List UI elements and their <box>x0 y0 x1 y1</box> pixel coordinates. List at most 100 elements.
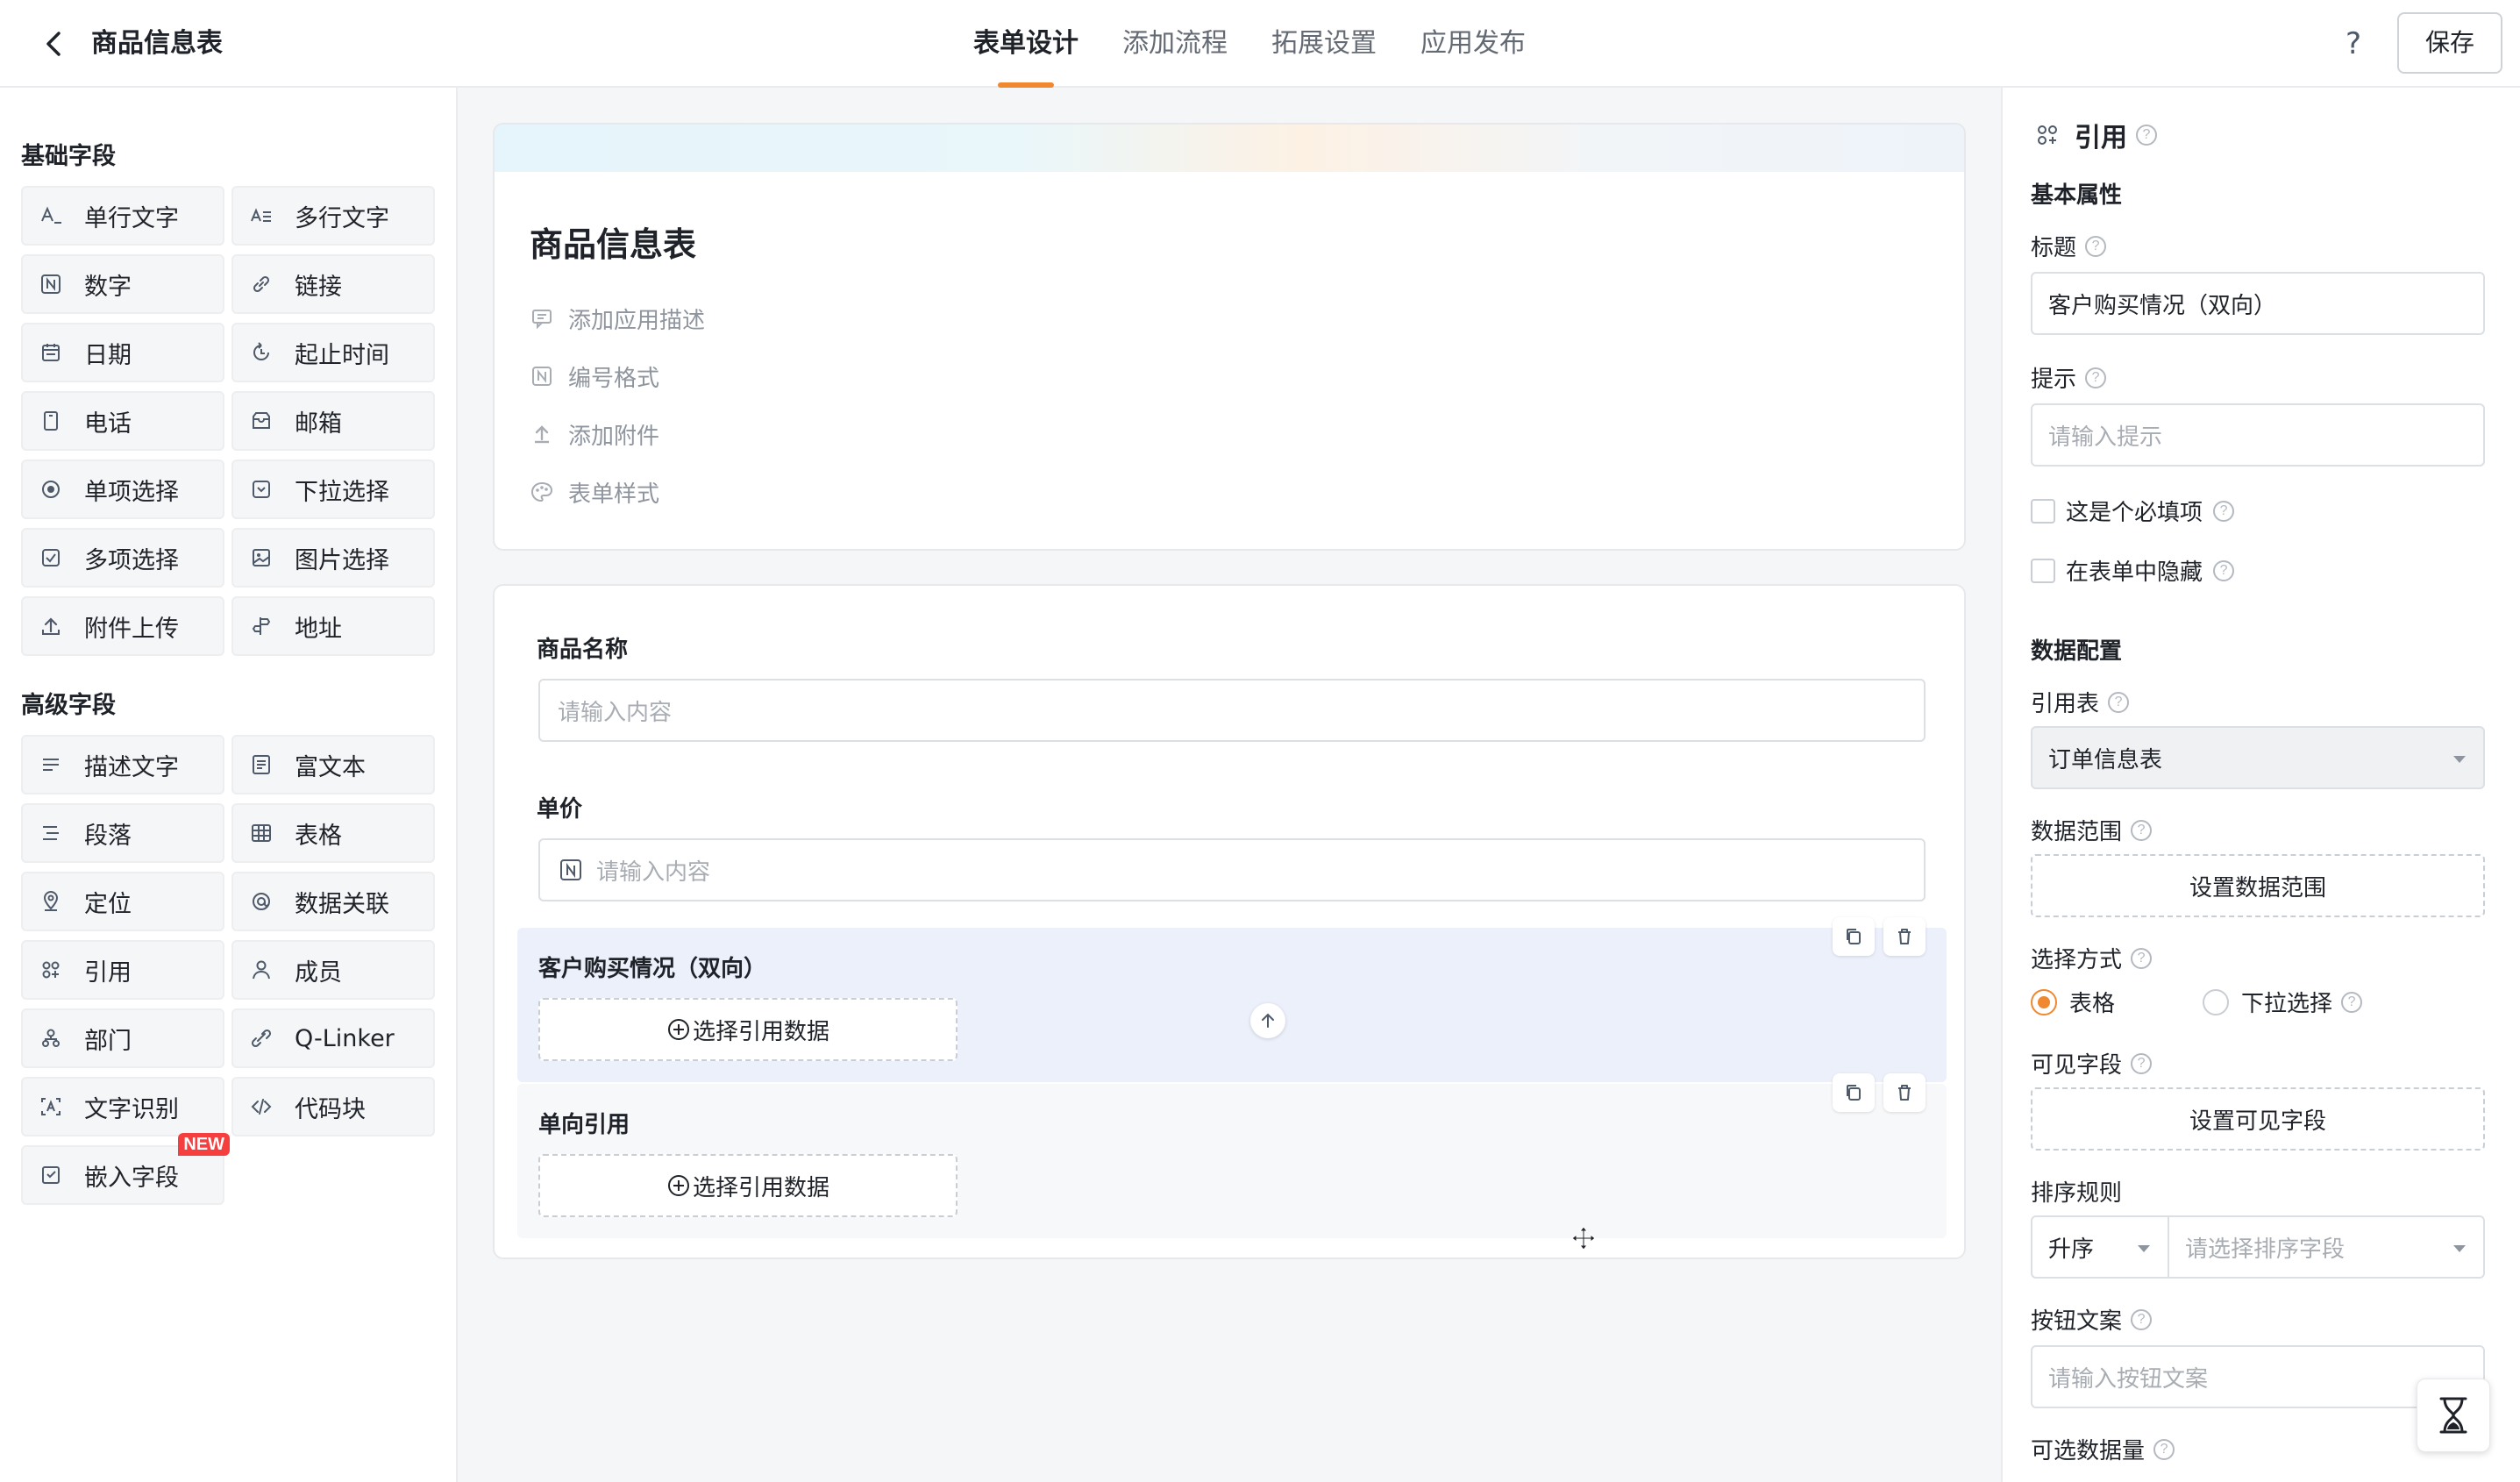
hint-input[interactable]: 请输入提示 <box>2031 403 2485 467</box>
help-circle-icon[interactable]: ? <box>2136 125 2157 146</box>
help-circle-icon[interactable]: ? <box>2131 947 2153 969</box>
field-type-ocr[interactable]: 文字识别 <box>21 1077 224 1136</box>
help-circle-icon[interactable]: ? <box>2131 819 2153 841</box>
field-type-image[interactable]: 图片选择 <box>231 528 435 588</box>
radio-table[interactable] <box>2031 988 2057 1015</box>
field-type-embed[interactable]: 嵌入字段 NEW <box>21 1133 230 1205</box>
one-way-reference-label: 单向引用 <box>538 1112 630 1138</box>
field-type-q-linker[interactable]: Q-Linker <box>231 1008 435 1068</box>
title-input[interactable]: 客户购买情况（双向） <box>2031 272 2485 335</box>
field-type-link[interactable]: 链接 <box>231 254 435 314</box>
product-name-input[interactable]: 请输入内容 <box>538 679 1926 742</box>
select-reference-data-button[interactable]: 选择引用数据 <box>538 998 957 1061</box>
help-circle-icon[interactable]: ? <box>2213 500 2235 522</box>
field-type-single-line-text[interactable]: 单行文字 <box>21 186 224 246</box>
two-way-reference-field[interactable]: 客户购买情况（双向） 选择引用数据 <box>517 917 1947 1082</box>
copy-icon[interactable] <box>1833 917 1875 956</box>
add-description-link[interactable]: 添加应用描述 <box>530 289 705 347</box>
sort-field-select[interactable]: 请选择排序字段 <box>2169 1215 2485 1279</box>
tab-publish[interactable]: 应用发布 <box>1420 0 1526 88</box>
field-type-paragraph[interactable]: 段落 <box>21 803 224 863</box>
hint-input-placeholder: 请输入提示 <box>2048 424 2163 451</box>
form-header-card: 商品信息表 添加应用描述 编号格式 添加附件 表单样式 <box>493 123 1966 551</box>
one-way-reference-field[interactable]: 单向引用 选择引用数据 <box>517 1073 1947 1238</box>
field-type-label: 多项选择 <box>84 546 179 574</box>
help-circle-icon[interactable]: ? <box>2341 991 2363 1013</box>
field-type-data-link[interactable]: 数据关联 <box>231 872 435 931</box>
field-type-location[interactable]: 定位 <box>21 872 224 931</box>
address-icon <box>249 614 274 638</box>
sort-rule-label: 排序规则 <box>2031 1180 2123 1207</box>
tab-form-design[interactable]: 表单设计 <box>973 0 1078 88</box>
field-type-label: 段落 <box>84 822 132 850</box>
tab-extension-settings[interactable]: 拓展设置 <box>1271 0 1377 88</box>
select-mode-label: 选择方式 <box>2031 947 2123 973</box>
help-circle-icon[interactable]: ? <box>2131 1308 2153 1330</box>
field-type-phone[interactable]: 电话 <box>21 391 224 451</box>
field-type-table[interactable]: 表格 <box>231 803 435 863</box>
checkbox[interactable] <box>2031 498 2055 524</box>
field-type-checkbox[interactable]: 多项选择 <box>21 528 224 588</box>
checkbox[interactable] <box>2031 558 2055 583</box>
hourglass-icon[interactable] <box>2417 1379 2490 1452</box>
field-type-department[interactable]: 部门 <box>21 1008 224 1068</box>
help-circle-icon[interactable]: ? <box>2153 1438 2175 1460</box>
field-type-code[interactable]: 代码块 <box>231 1077 435 1136</box>
save-button[interactable]: 保存 <box>2397 12 2502 74</box>
field-type-reference[interactable]: 引用 <box>21 940 224 1000</box>
advanced-fields-grid: 描述文字 富文本段落 表格定位 数据关联引用 成员部门 Q-Linker 文字识别 代码块 嵌入… <box>21 735 435 1205</box>
field-type-description[interactable]: 描述文字 <box>21 735 224 794</box>
delete-icon[interactable] <box>1883 917 1926 956</box>
hidden-label: 在表单中隐藏 <box>2066 559 2203 586</box>
set-data-range-button[interactable]: 设置数据范围 <box>2031 854 2485 917</box>
basic-fields-grid: 单行文字 多行文字 数字 链接日期 起止时间 电话 邮箱 单项选择 下拉选择多项选择 图片选择 附件… <box>21 186 435 656</box>
help-icon[interactable]: ? <box>2332 23 2374 65</box>
field-type-upload[interactable]: 附件上传 <box>21 596 224 656</box>
field-type-number[interactable]: 数字 <box>21 254 224 314</box>
form-style-link[interactable]: 表单样式 <box>530 463 705 521</box>
field-type-member[interactable]: 成员 <box>231 940 435 1000</box>
ref-table-select[interactable]: 订单信息表 <box>2031 726 2485 789</box>
help-circle-icon[interactable]: ? <box>2131 1052 2153 1074</box>
unit-price-input[interactable]: 请输入内容 <box>538 838 1926 901</box>
field-type-label: 单行文字 <box>84 204 179 232</box>
field-type-radio[interactable]: 单项选择 <box>21 460 224 519</box>
chevron-down-icon <box>2453 1245 2466 1252</box>
tab-add-workflow[interactable]: 添加流程 <box>1122 0 1228 88</box>
help-circle-icon[interactable]: ? <box>2085 367 2107 388</box>
field-type-multi-line-text[interactable]: 多行文字 <box>231 186 435 246</box>
select-reference-data-label: 选择引用数据 <box>692 1174 829 1201</box>
sort-order-select[interactable]: 升序 <box>2031 1215 2169 1279</box>
field-type-dropdown[interactable]: 下拉选择 <box>231 460 435 519</box>
help-circle-icon[interactable]: ? <box>2108 691 2130 713</box>
back-arrow-icon[interactable] <box>35 25 74 63</box>
hidden-checkbox[interactable]: 在表单中隐藏 ? <box>2031 554 2235 587</box>
field-type-calendar[interactable]: 日期 <box>21 323 224 382</box>
delete-icon[interactable] <box>1883 1073 1926 1112</box>
number-format-link[interactable]: 编号格式 <box>530 347 705 405</box>
required-checkbox[interactable]: 这是个必填项 ? <box>2031 495 2235 527</box>
copy-icon[interactable] <box>1833 1073 1875 1112</box>
radio-dropdown[interactable] <box>2203 988 2230 1015</box>
set-visible-fields-button[interactable]: 设置可见字段 <box>2031 1087 2485 1151</box>
field-type-label: 成员 <box>295 958 342 987</box>
field-type-label: 数据关联 <box>295 890 389 918</box>
plus-circle-icon <box>666 1173 691 1198</box>
add-attachment-link[interactable]: 添加附件 <box>530 405 705 463</box>
move-up-arrow-icon[interactable] <box>1250 1003 1285 1038</box>
mail-icon <box>249 409 274 433</box>
select-reference-data-button[interactable]: 选择引用数据 <box>538 1154 957 1217</box>
field-type-mail[interactable]: 邮箱 <box>231 391 435 451</box>
max-count-label: 可选数据量 <box>2031 1438 2146 1464</box>
field-type-label: 表格 <box>295 822 342 850</box>
field-type-label: 描述文字 <box>84 753 179 781</box>
field-type-time-range[interactable]: 起止时间 <box>231 323 435 382</box>
field-type-label: 日期 <box>84 341 132 369</box>
help-circle-icon[interactable]: ? <box>2213 559 2235 581</box>
field-type-rich-text[interactable]: 富文本 <box>231 735 435 794</box>
field-type-address[interactable]: 地址 <box>231 596 435 656</box>
multi-line-text-icon <box>249 203 274 228</box>
help-circle-icon[interactable]: ? <box>2085 235 2107 257</box>
paragraph-icon <box>39 821 63 845</box>
form-title[interactable]: 商品信息表 <box>530 217 696 266</box>
